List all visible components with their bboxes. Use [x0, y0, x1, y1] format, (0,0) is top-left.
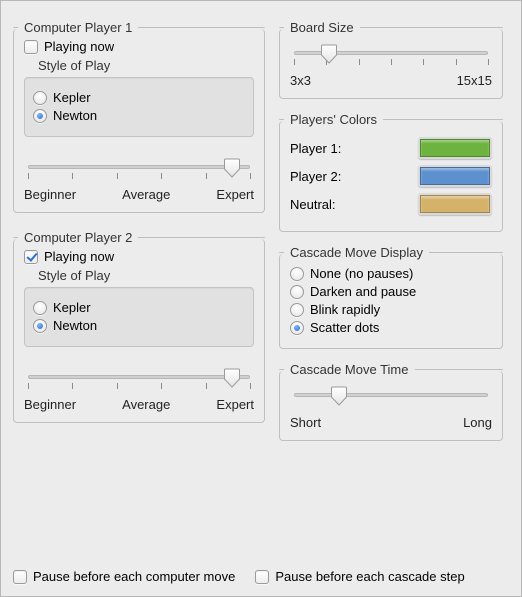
checkbox-icon: [255, 570, 269, 584]
cascade-time-max-label: Long: [463, 415, 492, 430]
radio-icon: [33, 91, 47, 105]
cascade-display-label: Scatter dots: [310, 320, 379, 335]
radio-icon: [33, 301, 47, 315]
group-title: Computer Player 1: [24, 20, 132, 35]
playing-now-label: Playing now: [44, 249, 114, 264]
pause-before-computer-checkbox[interactable]: Pause before each computer move: [13, 569, 235, 584]
group-title: Cascade Move Display: [290, 245, 423, 260]
pause-before-cascade-label: Pause before each cascade step: [275, 569, 464, 584]
style-p1-option[interactable]: Kepler: [33, 90, 245, 105]
group-computer-player-1: Computer Player 1 Playing now Style of P…: [13, 29, 265, 213]
skill-slider-p2[interactable]: [24, 365, 254, 395]
slider-thumb[interactable]: [224, 158, 241, 178]
group-cascade-time: Cascade Move Time Short Long: [279, 371, 503, 441]
style-p1-label: Kepler: [53, 90, 91, 105]
cascade-display-label: None (no pauses): [310, 266, 413, 281]
style-p2-option[interactable]: Newton: [33, 318, 245, 333]
slider-label-average: Average: [122, 397, 170, 412]
cascade-display-label: Darken and pause: [310, 284, 416, 299]
group-cascade-display: Cascade Move Display None (no pauses)Dar…: [279, 254, 503, 349]
style-p2-option[interactable]: Kepler: [33, 300, 245, 315]
color-well[interactable]: [418, 193, 492, 215]
color-label: Neutral:: [290, 197, 336, 212]
color-label: Player 1:: [290, 141, 341, 156]
slider-label-expert: Expert: [216, 187, 254, 202]
pause-before-computer-label: Pause before each computer move: [33, 569, 235, 584]
cascade-display-label: Blink rapidly: [310, 302, 380, 317]
slider-label-beginner: Beginner: [24, 187, 76, 202]
style-p2-label: Kepler: [53, 300, 91, 315]
board-size-min-label: 3x3: [290, 73, 311, 88]
color-row: Player 1:: [290, 137, 492, 159]
group-title: Cascade Move Time: [290, 362, 409, 377]
color-row: Neutral:: [290, 193, 492, 215]
radio-icon: [290, 321, 304, 335]
radio-icon: [290, 303, 304, 317]
slider-thumb[interactable]: [320, 44, 337, 64]
playing-now-checkbox-p1[interactable]: Playing now: [24, 39, 254, 54]
playing-now-label: Playing now: [44, 39, 114, 54]
board-size-slider[interactable]: [290, 41, 492, 71]
slider-label-expert: Expert: [216, 397, 254, 412]
cascade-time-slider[interactable]: [290, 383, 492, 413]
skill-slider-p1[interactable]: [24, 155, 254, 185]
style-of-play-title: Style of Play: [38, 58, 254, 73]
checkbox-icon: [24, 250, 38, 264]
color-row: Player 2:: [290, 165, 492, 187]
style-of-play-inset-p2: Kepler Newton: [24, 287, 254, 347]
radio-icon: [33, 109, 47, 123]
color-well[interactable]: [418, 165, 492, 187]
style-of-play-title: Style of Play: [38, 268, 254, 283]
checkbox-icon: [24, 40, 38, 54]
color-well[interactable]: [418, 137, 492, 159]
group-players-colors: Players' Colors Player 1:Player 2:Neutra…: [279, 121, 503, 232]
radio-icon: [290, 285, 304, 299]
slider-thumb[interactable]: [224, 368, 241, 388]
board-size-max-label: 15x15: [457, 73, 492, 88]
group-title: Computer Player 2: [24, 230, 132, 245]
color-label: Player 2:: [290, 169, 341, 184]
cascade-display-option[interactable]: Darken and pause: [290, 284, 492, 299]
slider-label-beginner: Beginner: [24, 397, 76, 412]
group-title: Players' Colors: [290, 112, 377, 127]
style-of-play-inset-p1: Kepler Newton: [24, 77, 254, 137]
pause-before-cascade-checkbox[interactable]: Pause before each cascade step: [255, 569, 464, 584]
group-board-size: Board Size 3x3 15x15: [279, 29, 503, 99]
style-p1-label: Newton: [53, 108, 97, 123]
cascade-display-option[interactable]: Blink rapidly: [290, 302, 492, 317]
group-title: Board Size: [290, 20, 354, 35]
radio-icon: [290, 267, 304, 281]
radio-icon: [33, 319, 47, 333]
slider-thumb[interactable]: [330, 386, 347, 406]
slider-label-average: Average: [122, 187, 170, 202]
checkbox-icon: [13, 570, 27, 584]
cascade-display-option[interactable]: None (no pauses): [290, 266, 492, 281]
style-p2-label: Newton: [53, 318, 97, 333]
group-computer-player-2: Computer Player 2 Playing now Style of P…: [13, 239, 265, 423]
style-p1-option[interactable]: Newton: [33, 108, 245, 123]
playing-now-checkbox-p2[interactable]: Playing now: [24, 249, 254, 264]
cascade-display-option[interactable]: Scatter dots: [290, 320, 492, 335]
cascade-time-min-label: Short: [290, 415, 321, 430]
